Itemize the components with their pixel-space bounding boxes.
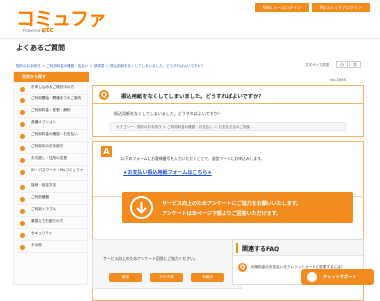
sidebar-item-label: ご利用開始・開通までのご案内 xyxy=(31,96,82,100)
sidebar-item-devices[interactable]: ご利用機器 xyxy=(14,195,89,205)
sidebar-item-label: 各種オプション xyxy=(31,120,57,124)
feedback-unresolved-button[interactable]: 未解決 xyxy=(191,273,224,282)
question-body: 振込用紙をなくしてしまいました。どうすればよいですか？ カテゴリー：契約のお手続… xyxy=(92,104,364,137)
question-icon: Q xyxy=(238,263,247,272)
sidebar-item-start[interactable]: ご利用開始・開通までのご案内 xyxy=(14,96,89,106)
sidebar-item-label: 接続・設定方法 xyxy=(31,183,57,187)
sidebar-item-id-password[interactable]: ID・パスワード・Myコミュファ xyxy=(14,168,89,181)
sidebar-item-options[interactable]: 各種オプション xyxy=(14,120,89,130)
related-faq-title: 関連するFAQ xyxy=(242,246,280,253)
question-header: Q 振込用紙をなくしてしまいました。どうすればよいですか？ xyxy=(92,85,364,104)
sidebar-item-label: その他 xyxy=(31,243,42,247)
question-title: 振込用紙をなくしてしまいました。どうすればよいですか？ xyxy=(121,94,264,100)
logo-ctc: ctc xyxy=(42,26,54,34)
sidebar-item-other[interactable]: その他 xyxy=(14,243,89,253)
sidebar-item-label: ご利用トラブル xyxy=(31,207,57,211)
survey-line2: アンケートは本ページ下部よりご回答いただけます。 xyxy=(162,211,282,217)
webmail-login-link[interactable]: Web メールログイン xyxy=(255,3,309,12)
font-size-label: 文字サイズ変更 xyxy=(305,63,330,67)
sidebar-item-procedures[interactable]: ご利用中のお手続き xyxy=(14,144,89,154)
answer-text: 以下のフォームにお客様番号を入力いただくことで、送信ページにお申込みします。 xyxy=(121,156,265,161)
feedback-resolved-button[interactable]: 解決 xyxy=(109,273,142,282)
sidebar: 目的から探す お申し込み＆ご検討中の方 ご利用開始・開通までのご案内 ご利用料金… xyxy=(13,71,89,285)
sidebar-item-payment[interactable]: ご利用料金の確認・お支払い xyxy=(14,132,89,142)
question-icon: Q xyxy=(99,90,109,100)
sidebar-item-label: セキュリティ xyxy=(31,231,53,235)
chat-support-label: チャットサポート xyxy=(323,274,357,279)
sidebar-heading: 目的から探す xyxy=(14,72,89,82)
sidebar-item-label: お申し込み＆ご検討中の方 xyxy=(31,85,75,89)
sidebar-item-security[interactable]: セキュリティ xyxy=(14,231,89,241)
site-header: コミュファ Powered by ctc Web メールログイン Myコミュファ… xyxy=(0,0,380,38)
sidebar-item-trouble[interactable]: ご利用トラブル xyxy=(14,207,89,217)
chat-icon xyxy=(307,272,317,282)
sidebar-item-label: 乗換えでお困りの方 xyxy=(31,219,64,223)
feedback-panel: サービス向上のためアンケート回答にご協力ください。 解決 やや不満 未解決 xyxy=(92,239,242,289)
feedback-question: サービス向上のためアンケート回答にご協力ください。 xyxy=(103,256,198,261)
sidebar-item-switch[interactable]: 乗換えでお困りの方 xyxy=(14,219,89,229)
answer-icon: A xyxy=(101,146,112,157)
payment-form-link[interactable]: ★お支払い振込用紙フォームはこちら★ xyxy=(123,169,212,176)
category-box: カテゴリー：契約のお手続き ＞ ご利用料金の確認・お支払い ＞ お支払方法のご相… xyxy=(110,122,346,131)
chat-support-button[interactable]: チャットサポート xyxy=(301,269,374,285)
mycommufa-login-link[interactable]: Myコミュファログイン xyxy=(312,3,370,12)
breadcrumb[interactable]: 契約のお手続き ＞ ご利用料金の確認・支払い ＞ 請求書 ＞ 振込用紙をなくして… xyxy=(16,64,204,69)
sidebar-item-apply[interactable]: お申し込み＆ご検討中の方 xyxy=(14,85,89,95)
sidebar-item-label: ご利用料金の確認・お支払い xyxy=(31,132,78,136)
sidebar-item-label: ID・パスワード・Myコミュファ xyxy=(31,168,84,172)
sidebar-item-moving[interactable]: お引越し・住所の変更 xyxy=(14,156,89,166)
feedback-partial-button[interactable]: やや不満 xyxy=(150,273,183,282)
survey-line1: サービス向上のためアンケートにご協力をお願いいたします。 xyxy=(162,201,302,207)
sidebar-item-label: ご利用機器 xyxy=(31,195,49,199)
sidebar-item-label: ご利用料金・変更・解約 xyxy=(31,108,71,112)
related-faq-header: 関連するFAQ xyxy=(233,240,363,256)
font-small-button[interactable]: 小 xyxy=(336,61,348,68)
site-logo[interactable]: コミュファ xyxy=(16,9,107,29)
sidebar-item-label: お引越し・住所の変更 xyxy=(31,156,67,160)
sidebar-item-label: ご利用中のお手続き xyxy=(31,144,64,148)
page-title: よくあるご質問 xyxy=(16,44,65,52)
arrow-down-icon xyxy=(130,196,153,219)
faq-number: No.2856 xyxy=(330,77,346,82)
survey-banner[interactable]: サービス向上のためアンケートにご協力をお願いいたします。 アンケートは本ページ下… xyxy=(122,192,353,223)
question-text: 振込用紙をなくしてしまいました。どうすればよいですか？ xyxy=(114,111,222,116)
sidebar-item-connection[interactable]: 接続・設定方法 xyxy=(14,183,89,193)
heading-marker xyxy=(236,243,238,253)
font-large-button[interactable]: 大 xyxy=(349,61,361,68)
sidebar-item-fee-change[interactable]: ご利用料金・変更・解約 xyxy=(14,108,89,118)
